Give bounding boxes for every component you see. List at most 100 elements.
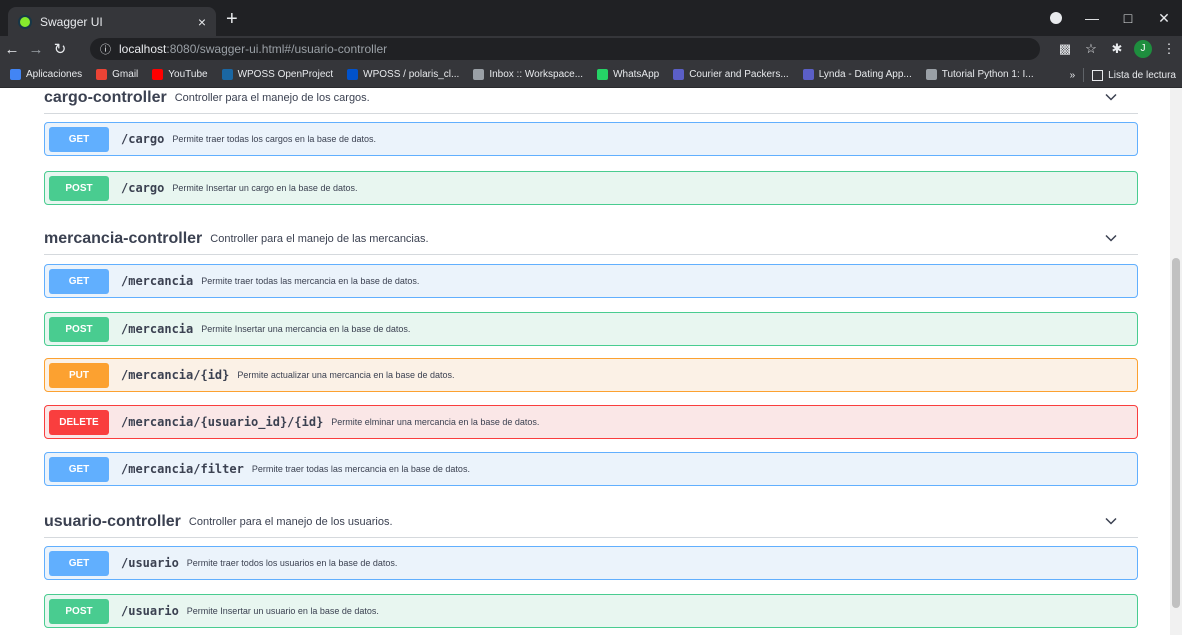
operation-put-row[interactable]: PUT/mercancia/{id} Permite actualizar una… — [44, 358, 1138, 392]
bookmark-favicon-icon — [802, 69, 814, 80]
operation-path: /mercancia/{id} — [121, 368, 230, 382]
bookmark-item[interactable]: Aplicaciones — [10, 69, 82, 80]
reading-list-button[interactable]: Lista de lectura — [1092, 69, 1176, 81]
bookmark-item[interactable]: WPOSS / polaris_cl... — [347, 69, 459, 80]
site-info-icon[interactable]: ⓘ — [100, 41, 111, 57]
bookmark-item[interactable]: WhatsApp — [597, 69, 659, 80]
profile-avatar[interactable]: J — [1134, 40, 1152, 58]
method-badge-put: PUT — [49, 362, 109, 388]
chevron-down-icon[interactable] — [1104, 231, 1118, 245]
url-path: :8080/swagger-ui.html#/usuario-controlle… — [166, 42, 388, 56]
operation-path: /cargo — [121, 181, 165, 195]
swagger-favicon-icon — [18, 14, 32, 29]
address-bar[interactable]: ⓘ localhost:8080/swagger-ui.html#/usuari… — [90, 38, 1040, 60]
section-description: Controller para el manejo de los cargos. — [174, 91, 370, 104]
bookmark-favicon-icon — [347, 69, 359, 80]
toolbar-actions: ▩ ☆ ✱ J ⋮ — [1052, 36, 1182, 62]
bookmark-label: Aplicaciones — [26, 69, 83, 80]
bookmark-favicon-icon — [152, 69, 164, 80]
menu-kebab-icon[interactable]: ⋮ — [1156, 41, 1182, 57]
method-badge-get: GET — [49, 268, 109, 294]
operation-get-row[interactable]: GET/mercancia Permite traer todas las mer… — [44, 264, 1138, 298]
method-badge-post: POST — [49, 316, 109, 342]
minimize-icon[interactable]: — — [1074, 10, 1110, 26]
bookmark-item[interactable]: Gmail — [96, 69, 138, 80]
bookmark-item[interactable]: YouTube — [152, 69, 208, 80]
operation-post-row[interactable]: POST/cargo Permite Insertar un cargo en l… — [44, 171, 1138, 205]
bookmark-favicon-icon — [221, 69, 233, 80]
bookmark-label: WPOSS OpenProject — [237, 69, 334, 80]
chevron-down-icon[interactable] — [1104, 90, 1118, 104]
section-name: cargo-controller — [44, 88, 167, 106]
extensions-puzzle-icon[interactable]: ✱ — [1104, 41, 1130, 57]
bookmark-label: Lynda - Dating App... — [818, 69, 912, 80]
method-badge-get: GET — [49, 456, 109, 482]
reload-icon[interactable]: ↻ — [48, 40, 72, 58]
operation-summary: Permite traer todas las mercancia en la … — [201, 276, 420, 286]
bookmark-label: Inbox :: Workspace... — [489, 69, 584, 80]
bookmark-item[interactable]: Tutorial Python 1: I... — [925, 69, 1034, 80]
operation-path: /cargo — [121, 132, 165, 146]
scrollbar-thumb[interactable] — [1172, 258, 1180, 608]
bookmark-label: Tutorial Python 1: I... — [941, 69, 1034, 80]
bookmarks-divider — [1083, 68, 1085, 82]
bookmark-favicon-icon — [96, 69, 108, 80]
reading-list-icon — [1092, 69, 1104, 81]
profile-indicator-icon[interactable] — [1050, 12, 1062, 24]
forward-arrow-icon[interactable]: → — [24, 41, 48, 58]
back-arrow-icon[interactable]: ← — [0, 41, 24, 58]
bookmark-star-icon[interactable]: ☆ — [1078, 41, 1104, 57]
operation-get-row[interactable]: GET/mercancia/filter Permite traer todas … — [44, 452, 1138, 486]
operation-summary: Permite Insertar un cargo en la base de … — [172, 183, 358, 193]
bookmark-favicon-icon — [10, 69, 21, 80]
section-header-mercancia-controller[interactable]: mercancia-controller Controller para el m… — [44, 223, 1138, 255]
browser-toolbar: ← → ↻ ⓘ localhost:8080/swagger-ui.html#/… — [0, 36, 1182, 62]
operation-get-row[interactable]: GET/cargo Permite traer todas los cargos … — [44, 122, 1138, 156]
section-header-cargo-controller[interactable]: cargo-controller Controller para el manej… — [44, 88, 1138, 114]
operation-path: /mercancia — [121, 322, 194, 336]
operation-delete-row[interactable]: DELETE/mercancia/{usuario_id}/{id} Permit… — [44, 405, 1138, 439]
operation-summary: Permite Insertar una mercancia en la bas… — [201, 324, 411, 334]
operation-summary: Permite traer todos los usuarios en la b… — [186, 558, 398, 568]
more-bookmarks-icon[interactable]: » — [1070, 70, 1076, 81]
bookmark-favicon-icon — [925, 69, 937, 80]
operation-summary: Permite Insertar un usuario en la base d… — [186, 606, 379, 616]
tab-close-icon[interactable]: × — [198, 14, 206, 30]
browser-tab-bar: Swagger UI × + — □ ✕ — [0, 0, 1182, 36]
new-tab-button[interactable]: + — [226, 9, 238, 29]
bookmark-item[interactable]: WPOSS OpenProject — [221, 69, 334, 80]
operation-post-row[interactable]: POST/usuario Permite Insertar un usuario … — [44, 594, 1138, 628]
chevron-down-icon[interactable] — [1104, 514, 1118, 528]
bookmark-item[interactable]: Inbox :: Workspace... — [473, 69, 583, 80]
bookmark-label: WPOSS / polaris_cl... — [363, 69, 460, 80]
tab-title: Swagger UI — [40, 14, 103, 29]
browser-tab-swagger[interactable]: Swagger UI × — [8, 7, 216, 36]
method-badge-delete: DELETE — [49, 409, 109, 435]
operation-summary: Permite actualizar una mercancia en la b… — [237, 370, 455, 380]
operation-path: /usuario — [121, 556, 179, 570]
page-scrollbar[interactable] — [1170, 88, 1182, 635]
section-header-usuario-controller[interactable]: usuario-controller Controller para el man… — [44, 506, 1138, 538]
section-description: Controller para el manejo de las mercanc… — [210, 232, 429, 245]
operation-path: /mercancia/filter — [121, 462, 244, 476]
method-badge-get: GET — [49, 550, 109, 576]
section-description: Controller para el manejo de los usuario… — [188, 515, 393, 528]
bookmark-label: YouTube — [168, 69, 208, 80]
operation-path: /usuario — [121, 604, 179, 618]
bookmark-item[interactable]: Courier and Packers... — [673, 69, 789, 80]
operation-path: /mercancia/{usuario_id}/{id} — [121, 415, 324, 429]
bookmarks-bar: Aplicaciones Gmail YouTube WPOSS OpenProjec… — [0, 62, 1182, 88]
operation-path: /mercancia — [121, 274, 194, 288]
translate-icon[interactable]: ▩ — [1052, 41, 1078, 57]
method-badge-post: POST — [49, 598, 109, 624]
maximize-icon[interactable]: □ — [1110, 10, 1146, 26]
close-window-icon[interactable]: ✕ — [1146, 10, 1182, 27]
operation-summary: Permite traer todas los cargos en la bas… — [172, 134, 376, 144]
bookmark-favicon-icon — [673, 69, 685, 80]
bookmark-item[interactable]: Lynda - Dating App... — [802, 69, 912, 80]
window-controls: — □ ✕ — [1038, 0, 1182, 36]
operation-post-row[interactable]: POST/mercancia Permite Insertar una merca… — [44, 312, 1138, 346]
url-host: localhost — [119, 42, 167, 56]
operation-get-row[interactable]: GET/usuario Permite traer todos los usuar… — [44, 546, 1138, 580]
method-badge-get: GET — [49, 126, 109, 152]
